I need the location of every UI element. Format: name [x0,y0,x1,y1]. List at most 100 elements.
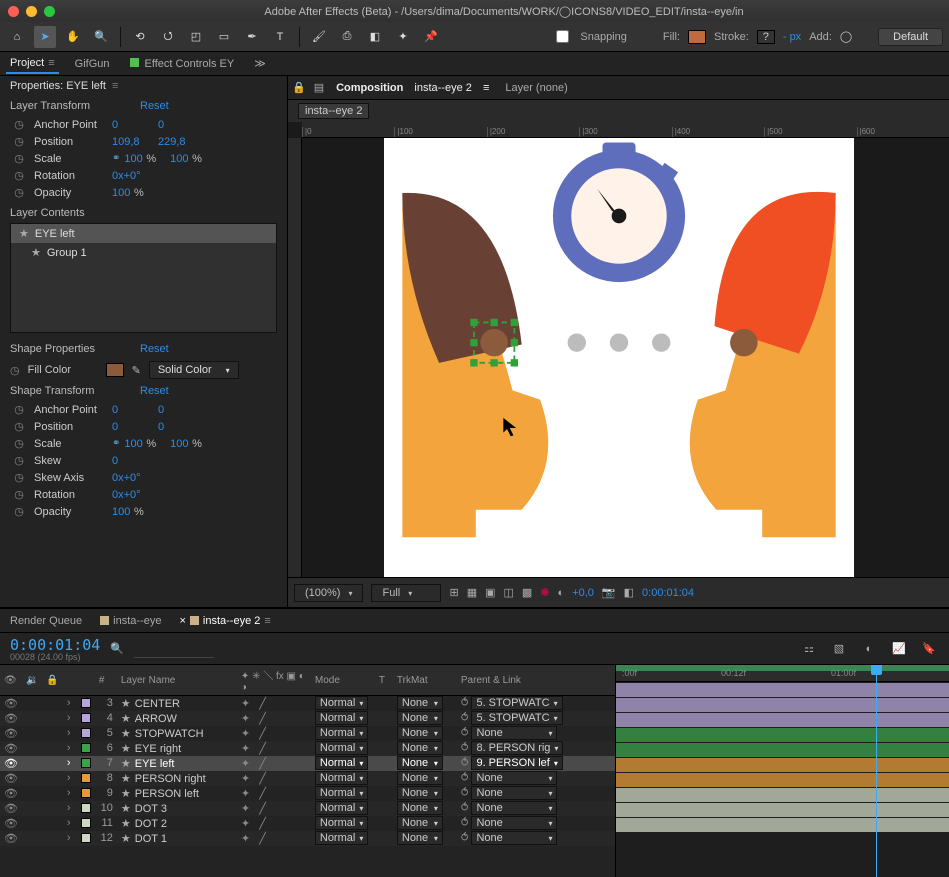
properties-menu-icon[interactable]: ≡ [112,80,118,92]
current-timecode[interactable]: 0:00:01:04 [10,636,100,654]
tab-effect-controls[interactable]: Effect Controls EY [126,55,239,73]
selection-tool[interactable]: ➤ [34,26,56,48]
layer-bar[interactable] [616,683,949,697]
eraser-tool[interactable]: ◧ [364,26,386,48]
resolution-dropdown[interactable]: Full [371,584,441,602]
layer-bar[interactable] [616,728,949,742]
table-row[interactable]: 👁›10★DOT 3✦ ╱Normal None ⥀ None [0,801,615,816]
markers-icon[interactable]: 🔖 [919,642,939,655]
table-row[interactable]: 👁›5★STOPWATCH✦ ╱Normal None ⥀ None [0,726,615,741]
st-rotation-value[interactable]: 0x+0° [112,489,141,501]
tab-render-queue[interactable]: Render Queue [10,615,82,627]
layer-search-input[interactable] [134,640,214,658]
anchor-point-y[interactable]: 0 [158,119,204,131]
type-tool[interactable]: T [269,26,291,48]
st-skewaxis-value[interactable]: 0x+0° [112,472,141,484]
minimize-window-button[interactable] [26,6,37,17]
eyedropper-icon[interactable]: ✎ [132,364,141,377]
mask-toggle-icon[interactable]: ▣ [485,586,495,599]
maximize-window-button[interactable] [44,6,55,17]
stopwatch-icon[interactable]: ◷ [10,505,28,518]
stopwatch-icon[interactable]: ◷ [10,403,28,416]
region-icon[interactable]: ◫ [504,586,514,599]
clone-tool[interactable]: ⎙ [336,26,358,48]
table-row[interactable]: 👁›7★EYE left✦ ╱Normal None ⥀ 9. PERSON l… [0,756,615,771]
shape-properties-reset[interactable]: Reset [140,343,169,355]
table-row[interactable]: 👁›11★DOT 2✦ ╱Normal None ⥀ None [0,816,615,831]
stopwatch-icon[interactable]: ◷ [10,135,28,148]
timeline-track-area[interactable]: :00f 00:12f 01:00f [616,665,949,877]
close-window-button[interactable] [8,6,19,17]
layer-bar[interactable] [616,788,949,802]
layer-transform-reset[interactable]: Reset [140,100,169,112]
col-parent[interactable]: Parent & Link [457,665,615,696]
anchor-tool[interactable]: ◰ [185,26,207,48]
show-snapshot-icon[interactable]: ◧ [624,586,634,599]
fill-swatch[interactable] [688,30,706,44]
layer-bar[interactable] [616,698,949,712]
col-layername[interactable]: Layer Name [117,665,237,696]
grid-toggle-icon[interactable]: ⊞ [449,586,458,599]
hand-tool[interactable]: ✋ [62,26,84,48]
playhead[interactable] [876,665,877,877]
brush-tool[interactable]: 🖌 [308,26,330,48]
tab-comp-2[interactable]: ×insta--eye 2≡ [179,615,270,627]
transparency-icon[interactable]: ▩ [522,586,532,599]
pen-tool[interactable]: ✒ [241,26,263,48]
search-icon[interactable]: 🔍 [110,642,124,655]
col-trkmat[interactable]: TrkMat [393,665,457,696]
table-row[interactable]: 👁›8★PERSON right✦ ╱Normal None ⥀ None [0,771,615,786]
exposure-reset-icon[interactable]: ◐ [558,587,565,599]
orbit-tool[interactable]: ⟲ [129,26,151,48]
list-item[interactable]: ★Group 1 [11,243,276,262]
table-row[interactable]: 👁›3★CENTER✦ ╱Normal None ⥀ 5. STOPWATC [0,696,615,711]
rect-tool[interactable]: ▭ [213,26,235,48]
tab-layer-none[interactable]: Layer (none) [501,80,571,96]
roto-tool[interactable]: ✦ [392,26,414,48]
visibility-col-icon[interactable]: 👁 [4,675,17,686]
position-x[interactable]: 109,8 [112,136,158,148]
snapping-checkbox[interactable] [556,30,569,43]
col-t[interactable]: T [375,665,393,696]
home-button[interactable]: ⌂ [6,26,28,48]
layer-bar[interactable] [616,743,949,757]
current-time[interactable]: 0:00:01:04 [642,587,694,599]
shape-transform-reset[interactable]: Reset [140,385,169,397]
rotation-value[interactable]: 0x+0° [112,170,141,182]
position-y[interactable]: 229,8 [158,136,204,148]
frameblend-icon[interactable]: ▧ [829,642,849,655]
st-anchor-y[interactable]: 0 [158,404,204,416]
zoom-tool[interactable]: 🔍 [90,26,112,48]
stopwatch-icon[interactable]: ◷ [10,454,28,467]
flowchart-icon[interactable]: ▤ [314,81,324,94]
fill-type-dropdown[interactable]: Solid Color [149,361,239,379]
tabs-overflow[interactable]: ≫ [250,54,270,73]
anchor-point-x[interactable]: 0 [112,119,158,131]
layer-bar[interactable] [616,773,949,787]
tab-comp-1[interactable]: insta--eye [100,615,161,627]
tab-composition[interactable]: Composition insta--eye 2 ≡ [332,80,493,96]
stopwatch-icon[interactable]: ◷ [10,169,28,182]
layer-bar[interactable] [616,758,949,772]
st-skew-value[interactable]: 0 [112,455,158,467]
stopwatch-icon[interactable]: ◷ [10,152,28,165]
layer-bar[interactable] [616,713,949,727]
puppet-tool[interactable]: 📌 [420,26,442,48]
shy-toggle-icon[interactable]: ⚏ [799,642,819,655]
col-number[interactable]: # [95,665,117,696]
layer-bar[interactable] [616,803,949,817]
motionblur-icon[interactable]: ◐ [859,643,879,655]
st-position-x[interactable]: 0 [112,421,158,433]
stopwatch-icon[interactable]: ◷ [10,118,28,131]
stopwatch-icon[interactable]: ◷ [10,471,28,484]
table-row[interactable]: 👁›4★ARROW✦ ╱Normal None ⥀ 5. STOPWATC [0,711,615,726]
colormgmt-icon[interactable]: ❋ [540,586,549,599]
link-icon[interactable]: ⚭ [112,438,120,449]
fill-color-swatch[interactable] [106,363,124,377]
stopwatch-icon[interactable]: ◷ [10,420,28,433]
composition-canvas[interactable]: |0|100|200|300|400|500|600 [288,122,949,577]
list-item[interactable]: ★EYE left [11,224,276,243]
tab-gifgun[interactable]: GifGun [71,55,114,73]
lock-icon[interactable]: 🔒 [292,81,306,94]
stroke-swatch[interactable]: ? [757,30,775,44]
